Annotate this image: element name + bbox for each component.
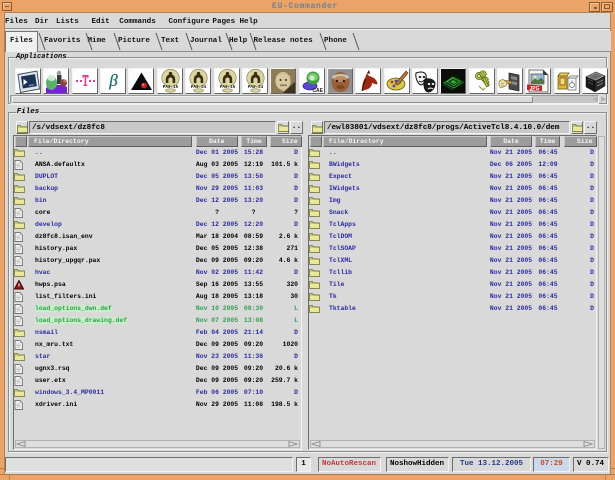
svg-text:β: β xyxy=(108,71,118,90)
svg-text:CAE: CAE xyxy=(312,88,323,93)
svg-text:JPG: JPG xyxy=(530,86,540,92)
